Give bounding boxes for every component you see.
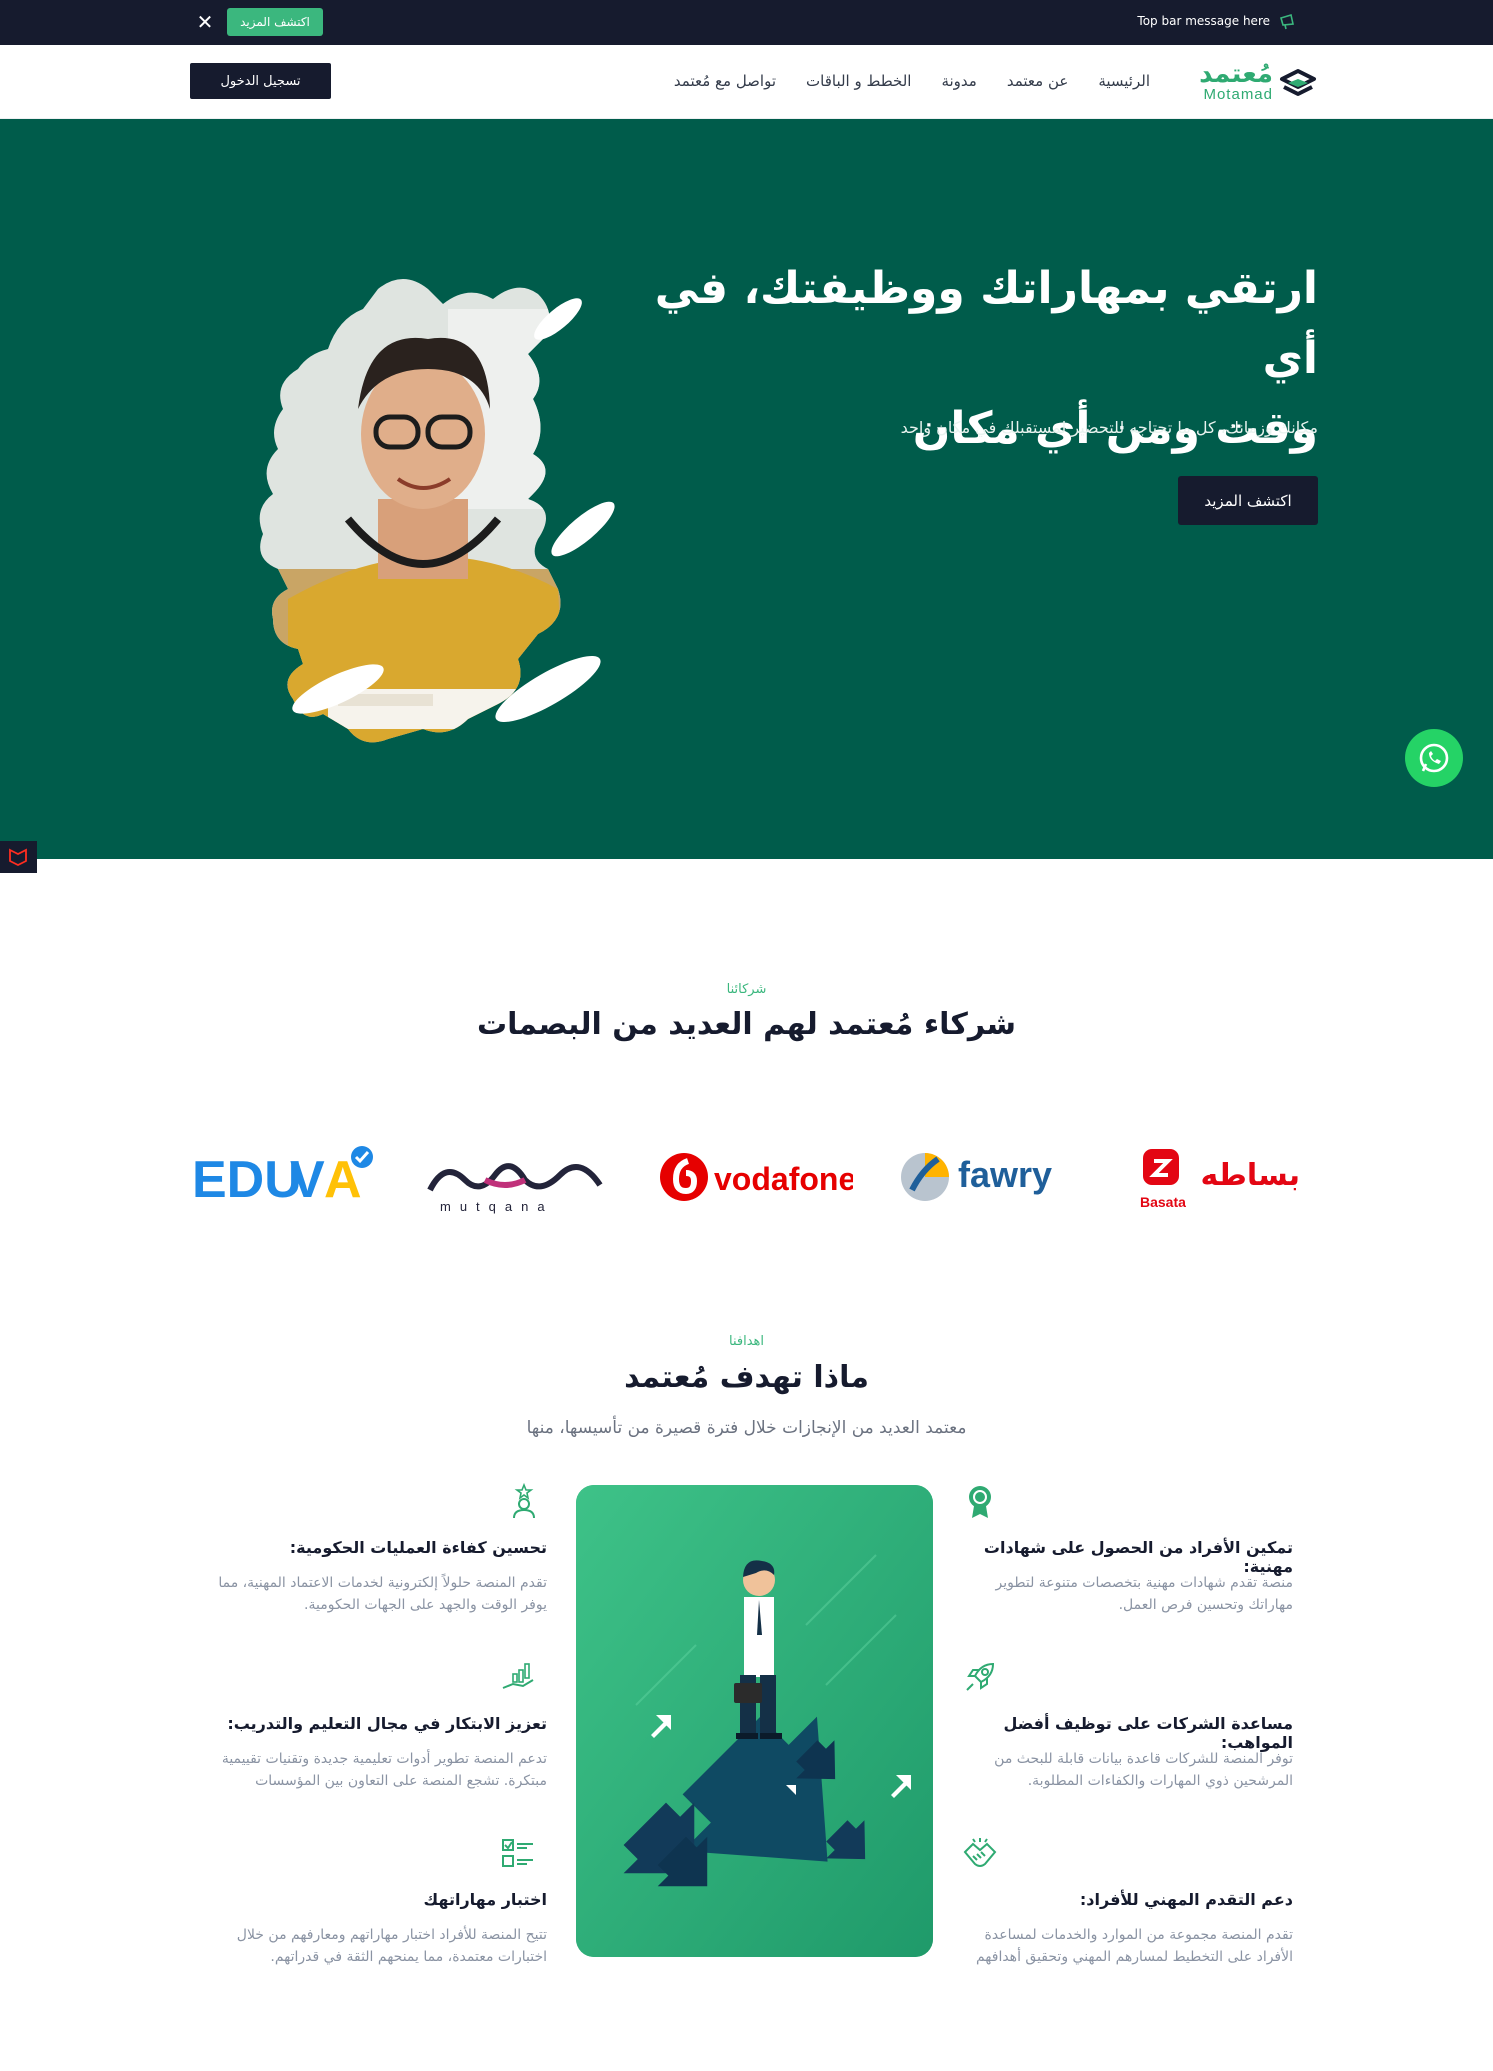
logo[interactable]: مُعتمد Motamad: [1186, 59, 1318, 105]
top-bar: Top bar message here اكتشف المزيد ✕: [0, 0, 1493, 45]
goal-text: تتيح المنصة للأفراد اختبار مهاراتهم ومعا…: [236, 1927, 547, 1965]
goal-text: تقدم المنصة حلولاً إلكترونية لخدمات الاع…: [218, 1575, 547, 1613]
handshake-icon: [963, 1838, 997, 1867]
partner-logo-eduva[interactable]: EDU V A: [190, 1135, 380, 1215]
goal-text: تقدم المنصة مجموعة من الموارد والخدمات ل…: [975, 1927, 1293, 1965]
goal-text: منصة تقدم شهادات مهنية بتخصصات متنوعة لت…: [995, 1575, 1293, 1613]
user-star-icon: [513, 1482, 535, 1519]
partner-logo-mutqana[interactable]: mutqana: [425, 1135, 615, 1215]
hero-student-image: [259, 279, 615, 743]
partner-logo-fawry[interactable]: fawry: [900, 1135, 1090, 1215]
nav-item-home[interactable]: الرئيسية: [1098, 72, 1150, 90]
goal-title: دعم التقدم المهني للأفراد:: [1079, 1890, 1293, 1909]
award-icon: [969, 1486, 991, 1518]
hero-wave-divider: [0, 839, 1493, 859]
megaphone-icon: [1280, 13, 1294, 30]
goal-title: مساعدة الشركات على توظيف أفضل المواهب:: [1003, 1714, 1293, 1752]
hero-title-line-1: ارتقي بمهاراتك ووظيفتك، في أي: [654, 263, 1318, 384]
svg-text:fawry: fawry: [958, 1154, 1052, 1195]
nav-item-about[interactable]: عن معتمد: [1007, 72, 1068, 90]
nav-item-blog[interactable]: مدونة: [941, 72, 976, 90]
svg-text:vodafone: vodafone: [714, 1161, 853, 1197]
goal-title: تحسين كفاءة العمليات الحكومية:: [289, 1538, 547, 1557]
partner-logo-basata[interactable]: Basata بساطه: [1140, 1135, 1305, 1215]
top-bar-discover-button[interactable]: اكتشف المزيد: [227, 8, 323, 36]
nav-item-plans[interactable]: الخطط و الباقات: [806, 72, 911, 90]
whatsapp-button[interactable]: [1405, 729, 1463, 787]
goal-title: اختبار مهاراتهك: [423, 1890, 547, 1909]
nav-item-contact[interactable]: تواصل مع مُعتمد: [674, 72, 776, 90]
partners-logos: EDU V A mutqana vodafone fawry Basata بس…: [190, 1135, 1305, 1215]
hand-growth-icon: [502, 1663, 534, 1689]
partner-logo-vodafone[interactable]: vodafone: [658, 1135, 853, 1215]
svg-text:Basata: Basata: [1140, 1194, 1186, 1210]
close-icon[interactable]: ✕: [194, 11, 216, 33]
hero-discover-button[interactable]: اكتشف المزيد: [1178, 476, 1318, 525]
site-header: مُعتمد Motamad الرئيسية عن معتمد مدونة ا…: [0, 45, 1493, 119]
hero-section: ارتقي بمهاراتك ووظيفتك، في أي وقت ومن أي…: [0, 119, 1493, 859]
basata-arabic-text: بساطه: [1200, 1158, 1300, 1193]
goal-text: توفر المنصة للشركات قاعدة بيانات قابلة ل…: [994, 1751, 1293, 1789]
logo-english-text: Motamad: [1203, 86, 1273, 103]
main-nav: الرئيسية عن معتمد مدونة الخطط و الباقات …: [674, 72, 1150, 90]
checklist-icon: [502, 1839, 533, 1867]
svg-text:EDU: EDU: [192, 1151, 302, 1209]
goals-title: ماذا تهدف مُعتمد: [624, 1360, 869, 1395]
logo-arabic-text: مُعتمد: [1199, 59, 1273, 89]
svg-text:mutqana: mutqana: [440, 1199, 554, 1214]
goals-description: معتمد العديد من الإنجازات خلال فترة قصير…: [526, 1418, 967, 1438]
rocket-icon: [966, 1662, 995, 1691]
side-tab[interactable]: [0, 841, 37, 873]
goal-title: تعزيز الابتكار في مجال التعليم والتدريب:: [227, 1714, 547, 1733]
goals-illustration: [576, 1485, 933, 1957]
whatsapp-icon: [1419, 743, 1449, 773]
logo-mark-icon: [1280, 69, 1316, 96]
laravel-icon: [9, 848, 27, 867]
goals-eyebrow: اهدافنا: [728, 1334, 764, 1349]
top-bar-message: Top bar message here: [1137, 14, 1270, 28]
career-growth-illustration: [576, 1485, 933, 1957]
goal-title: تمكين الأفراد من الحصول على شهادات مهنية…: [983, 1538, 1293, 1576]
hero-subtitle: مكانك وزمانك، كل ما تحتاجه للتحضير لمستق…: [900, 418, 1318, 437]
partners-eyebrow: شركائنا: [726, 982, 767, 997]
goal-text: تدعم المنصة تطوير أدوات تعليمية جديدة وت…: [221, 1751, 547, 1789]
svg-text:V: V: [290, 1151, 325, 1209]
login-button[interactable]: تسجيل الدخول: [190, 63, 331, 99]
partners-title: شركاء مُعتمد لهم العديد من البصمات: [476, 1007, 1017, 1042]
